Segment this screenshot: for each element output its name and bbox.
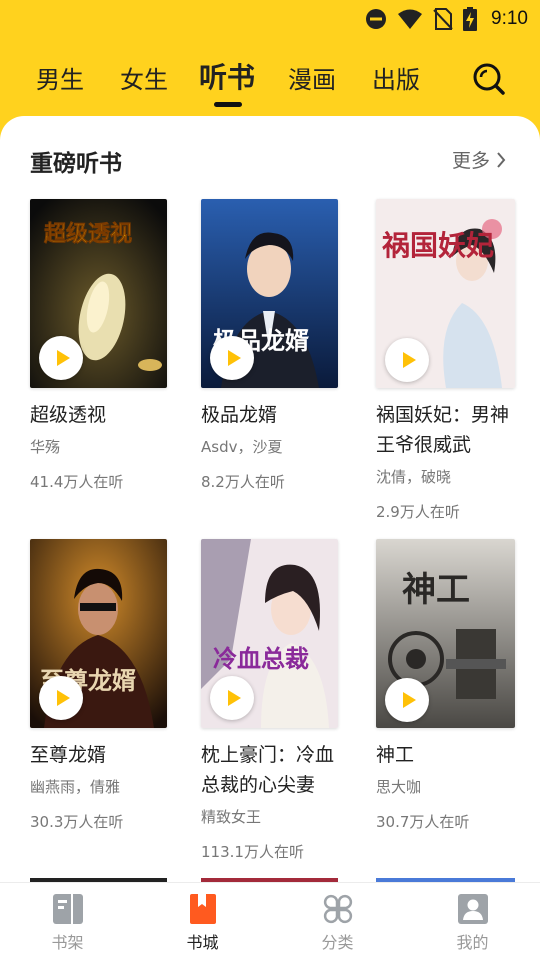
book-title[interactable]: 至尊龙婿	[30, 740, 170, 770]
tab-female[interactable]: 女生	[120, 60, 168, 95]
book-card[interactable]: 至尊龙婿 至尊龙婿 幽燕雨，倩雅 30.3万人在听	[30, 539, 170, 832]
nav-label: 我的	[456, 933, 489, 952]
nav-bookshelf[interactable]: 书架	[0, 883, 135, 960]
play-icon	[227, 690, 241, 706]
book-card[interactable]: 极品龙婿 极品龙婿 Asdv，沙夏 8.2万人在听	[201, 199, 341, 492]
svg-text:祸国妖妃: 祸国妖妃	[382, 229, 494, 262]
tab-male[interactable]: 男生	[36, 60, 84, 95]
more-link[interactable]: 更多	[452, 146, 506, 173]
wifi-icon	[398, 9, 423, 29]
nav-bookstore[interactable]: 书城	[135, 883, 270, 960]
play-button[interactable]	[385, 338, 429, 382]
svg-text:冷血总裁: 冷血总裁	[213, 645, 309, 673]
book-card[interactable]: 祸国妖妃 祸国妖妃：男神王爷很威武 沈倩，破晓 2.9万人在听	[376, 199, 516, 522]
more-link-label: 更多	[452, 150, 491, 172]
content-panel: 重磅听书 更多 超级透视 超级透视 华殇 41.4万人在听 极品龙婿 极品龙婿 …	[0, 116, 540, 882]
book-title[interactable]: 枕上豪门：冷血总裁的心尖妻	[201, 740, 346, 800]
book-author: Asdv，沙夏	[201, 438, 283, 456]
play-icon	[402, 352, 416, 368]
play-button[interactable]	[39, 336, 83, 380]
bottom-nav: 书架 书城 分类 我的	[0, 882, 540, 960]
do-not-disturb-icon	[366, 9, 387, 29]
book-card[interactable]: 超级透视 超级透视 华殇 41.4万人在听	[30, 199, 170, 492]
book-author: 思大咖	[376, 778, 422, 796]
book-title[interactable]: 极品龙婿	[201, 400, 341, 430]
book-title[interactable]: 超级透视	[30, 400, 170, 430]
play-button[interactable]	[385, 678, 429, 722]
tab-publishing[interactable]: 出版	[372, 60, 420, 95]
book-listeners: 2.9万人在听	[376, 503, 460, 521]
book-author: 幽燕雨，倩雅	[30, 778, 121, 796]
status-bar: 9:10	[0, 0, 540, 38]
category-icon	[323, 894, 352, 924]
top-nav: 男生 女生 听书 漫画 出版	[0, 50, 540, 110]
book-cover[interactable]: 冷血总裁	[201, 539, 338, 728]
nav-label: 书城	[186, 933, 219, 952]
chevron-right-icon	[497, 151, 506, 168]
bookshelf-icon	[52, 894, 83, 924]
book-cover[interactable]: 至尊龙婿	[30, 539, 167, 728]
book-card[interactable]: 神工 神工 思大咖 30.7万人在听	[376, 539, 516, 832]
book-listeners: 8.2万人在听	[201, 473, 285, 491]
book-author: 沈倩，破晓	[376, 468, 452, 486]
nav-category[interactable]: 分类	[270, 883, 405, 960]
nav-profile[interactable]: 我的	[405, 883, 540, 960]
book-listeners: 113.1万人在听	[201, 843, 304, 861]
book-author: 华殇	[30, 438, 61, 456]
no-sim-icon	[433, 8, 453, 30]
book-card[interactable]: 冷血总裁 枕上豪门：冷血总裁的心尖妻 精致女王 113.1万人在听	[201, 539, 341, 862]
active-tab-indicator	[214, 102, 242, 107]
tab-audiobook[interactable]: 听书	[199, 56, 255, 96]
book-cover[interactable]: 超级透视	[30, 199, 167, 388]
profile-icon	[457, 894, 488, 924]
book-title[interactable]: 祸国妖妃：男神王爷很威武	[376, 400, 521, 460]
play-icon	[227, 350, 241, 366]
status-icons: 9:10	[365, 6, 528, 32]
play-icon	[402, 692, 416, 708]
tab-comics[interactable]: 漫画	[288, 60, 336, 95]
book-title[interactable]: 神工	[376, 740, 516, 770]
search-icon[interactable]	[472, 62, 506, 96]
play-button[interactable]	[39, 676, 83, 720]
section-title: 重磅听书	[30, 151, 122, 177]
nav-label: 书架	[51, 933, 84, 952]
play-button[interactable]	[210, 676, 254, 720]
book-listeners: 41.4万人在听	[30, 473, 124, 491]
status-time: 9:10	[491, 8, 528, 29]
play-button[interactable]	[210, 336, 254, 380]
nav-label: 分类	[321, 933, 354, 952]
battery-charging-icon	[463, 7, 478, 31]
play-icon	[56, 690, 70, 706]
book-cover[interactable]: 极品龙婿	[201, 199, 338, 388]
book-listeners: 30.3万人在听	[30, 813, 124, 831]
book-cover[interactable]: 祸国妖妃	[376, 199, 515, 388]
play-icon	[56, 350, 70, 366]
bookstore-icon	[189, 894, 216, 924]
svg-text:超级透视: 超级透视	[44, 221, 132, 247]
book-listeners: 30.7万人在听	[376, 813, 470, 831]
book-author: 精致女王	[201, 808, 262, 826]
svg-text:神工: 神工	[402, 570, 470, 610]
book-cover[interactable]: 神工	[376, 539, 515, 728]
